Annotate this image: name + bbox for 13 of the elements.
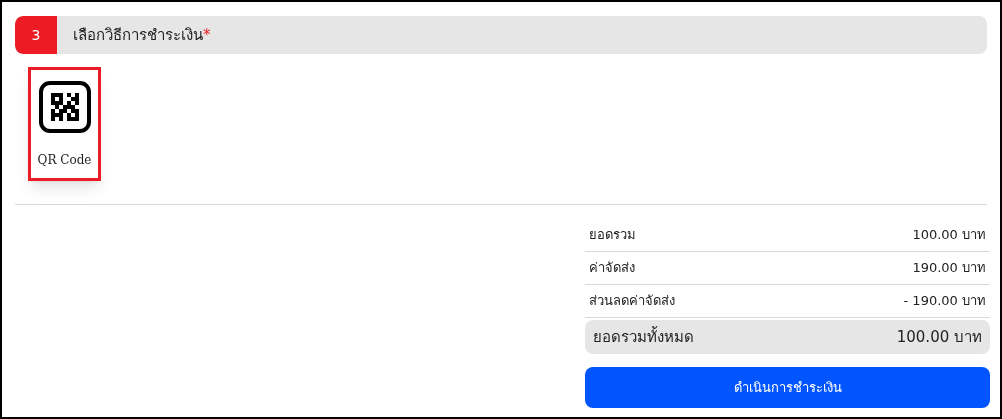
qr-code-icon: [38, 81, 91, 133]
step-number: 3: [15, 16, 57, 54]
total-value: 100.00 บาท: [896, 326, 982, 348]
pay-button[interactable]: ดำเนินการชำระเงิน: [585, 367, 990, 408]
payment-method-card[interactable]: QR Code: [28, 67, 101, 181]
summary-value: 100.00 บาท: [912, 226, 986, 245]
summary-value: 190.00 บาท: [912, 259, 986, 278]
summary-label: ค่าจัดส่ง: [589, 259, 635, 278]
total-label: ยอดรวมทั้งหมด: [593, 325, 694, 348]
summary-label: ยอดรวม: [589, 226, 636, 245]
summary-value: - 190.00 บาท: [903, 292, 986, 311]
section-title: เลือกวิธีการชำระเงิน*: [73, 24, 211, 46]
summary-label: ส่วนลดค่าจัดส่ง: [589, 292, 675, 311]
